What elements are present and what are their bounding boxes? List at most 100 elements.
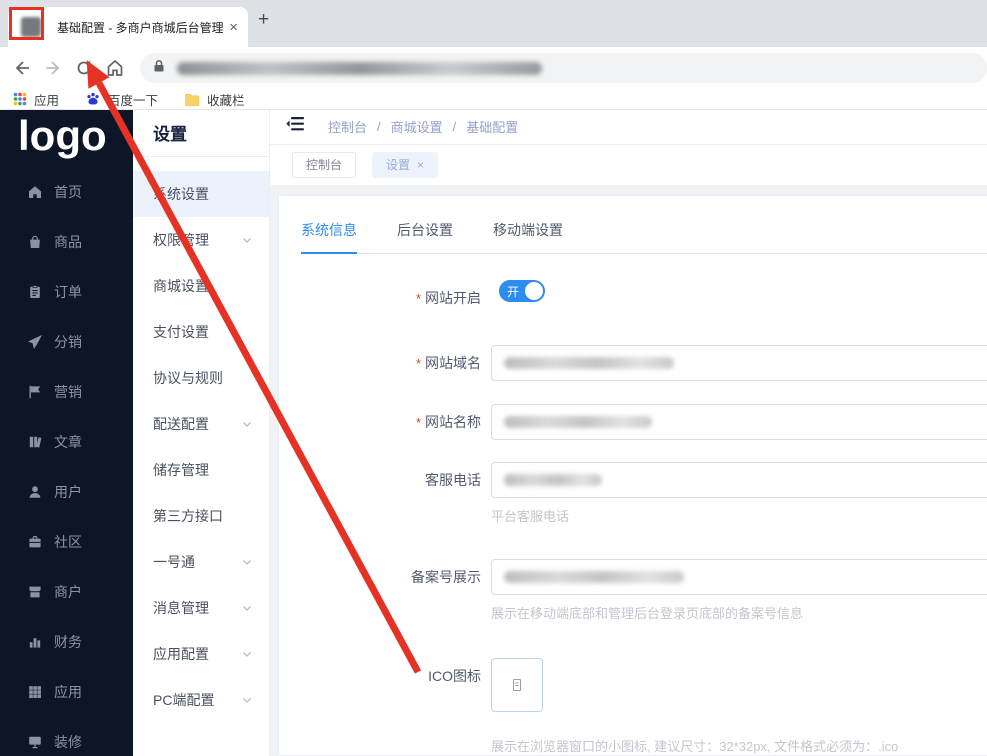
- required-mark: *: [415, 415, 421, 430]
- field-label: 客服电话: [301, 462, 481, 498]
- settings-item-label: 消息管理: [153, 600, 209, 616]
- field-label-text: 备案号展示: [411, 569, 481, 585]
- field-label: * 网站开启: [301, 280, 481, 317]
- bookmark-baidu[interactable]: 百度一下: [85, 90, 158, 109]
- bookmark-label: 收藏栏: [207, 93, 245, 108]
- chevron-down-icon: [243, 560, 251, 565]
- article-books-icon: [29, 436, 42, 448]
- breadcrumb-separator: /: [452, 119, 457, 135]
- new-tab-button[interactable]: +: [258, 9, 269, 31]
- main-nav: 首页 商品 订单 分销 营销 文章 用户 社区 商户 财务 应用 装修: [0, 167, 133, 756]
- sidebar-item-label: 文章: [54, 434, 82, 450]
- settings-item-appconfig[interactable]: 应用配置: [133, 631, 269, 677]
- settings-item-label: 应用配置: [153, 646, 209, 662]
- sidebar-item-merchants[interactable]: 商户: [0, 567, 133, 617]
- content-tabs: 系统信息 后台设置 移动端设置: [301, 220, 987, 254]
- field-label-text: 网站名称: [425, 414, 481, 430]
- chevron-down-icon: [243, 606, 251, 611]
- settings-item-label: PC端配置: [153, 692, 215, 708]
- sidebar-item-finance[interactable]: 财务: [0, 617, 133, 667]
- field-label: 备案号展示: [301, 559, 481, 595]
- settings-item-mall[interactable]: 商城设置: [133, 263, 269, 309]
- service-phone-input[interactable]: [491, 462, 987, 498]
- settings-item-label: 储存管理: [153, 462, 209, 478]
- sidebar-item-decorate[interactable]: 装修: [0, 717, 133, 756]
- toggle-knob: [525, 282, 543, 300]
- settings-item-label: 商城设置: [153, 278, 209, 294]
- page-tab-settings[interactable]: 设置 ×: [372, 151, 439, 178]
- settings-item-label: 第三方接口: [153, 508, 223, 524]
- field-control: 开: [491, 280, 987, 302]
- bookmark-favorites[interactable]: 收藏栏: [184, 90, 245, 109]
- settings-item-label: 支付设置: [153, 324, 209, 340]
- site-domain-input[interactable]: [491, 345, 987, 381]
- breadcrumb-item[interactable]: 控制台: [328, 117, 367, 136]
- breadcrumb-item[interactable]: 基础配置: [466, 117, 518, 136]
- page-tab-console[interactable]: 控制台: [292, 151, 357, 178]
- sidebar-item-users[interactable]: 用户: [0, 467, 133, 517]
- bookmark-label: 百度一下: [108, 93, 159, 108]
- settings-menu: 系统设置 权限管理 商城设置 支付设置 协议与规则 配送配置 储存管理 第三方接…: [133, 157, 269, 723]
- collapse-menu-icon[interactable]: [286, 115, 306, 138]
- settings-item-agreement[interactable]: 协议与规则: [133, 355, 269, 401]
- sidebar-item-label: 订单: [54, 284, 82, 300]
- settings-item-pcconfig[interactable]: PC端配置: [133, 677, 269, 723]
- icp-number-input[interactable]: [491, 559, 987, 595]
- sidebar-item-label: 应用: [54, 684, 82, 700]
- field-label-text: 网站域名: [425, 355, 481, 371]
- sidebar-item-distribution[interactable]: 分销: [0, 317, 133, 367]
- sidebar-item-orders[interactable]: 订单: [0, 267, 133, 317]
- sidebar-item-community[interactable]: 社区: [0, 517, 133, 567]
- blurred-value: [504, 357, 674, 369]
- sidebar-item-goods[interactable]: 商品: [0, 217, 133, 267]
- home-icon: [29, 186, 41, 198]
- sidebar-item-marketing[interactable]: 营销: [0, 367, 133, 417]
- bookmark-apps[interactable]: 应用: [13, 90, 59, 109]
- required-mark: *: [415, 356, 421, 371]
- baidu-paw-icon: [87, 92, 99, 105]
- breadcrumb-item[interactable]: 商城设置: [391, 117, 443, 136]
- breadcrumb-separator: /: [377, 119, 381, 135]
- sidebar-item-label: 装修: [54, 734, 82, 750]
- forward-icon[interactable]: [37, 58, 68, 78]
- settings-item-label: 权限管理: [153, 232, 209, 248]
- ico-upload-box[interactable]: [491, 658, 543, 712]
- merchant-shop-icon: [29, 586, 41, 598]
- bookmark-label: 应用: [34, 93, 60, 108]
- logo: logo: [18, 112, 107, 159]
- settings-item-system[interactable]: 系统设置: [133, 171, 269, 217]
- field-label-text: 网站开启: [425, 290, 481, 306]
- settings-item-thirdparty[interactable]: 第三方接口: [133, 493, 269, 539]
- reload-icon[interactable]: [68, 58, 99, 78]
- tab-backend-settings[interactable]: 后台设置: [397, 220, 453, 253]
- sidebar-item-apps[interactable]: 应用: [0, 667, 133, 717]
- site-name-input[interactable]: [491, 404, 987, 440]
- browser-tab[interactable]: 基础配置 - 多商户商城后台管理 ×: [8, 7, 248, 47]
- settings-item-storage[interactable]: 储存管理: [133, 447, 269, 493]
- form-row-site-domain: * 网站域名: [301, 345, 987, 382]
- field-control: [491, 404, 987, 440]
- blurred-value: [504, 416, 652, 428]
- tab-close-icon[interactable]: ×: [229, 19, 238, 36]
- order-clipboard-icon: [30, 285, 40, 298]
- user-icon: [29, 486, 41, 498]
- settings-item-delivery[interactable]: 配送配置: [133, 401, 269, 447]
- settings-item-payment[interactable]: 支付设置: [133, 309, 269, 355]
- settings-item-yihaotong[interactable]: 一号通: [133, 539, 269, 585]
- sidebar-item-articles[interactable]: 文章: [0, 417, 133, 467]
- settings-item-message[interactable]: 消息管理: [133, 585, 269, 631]
- settings-item-permission[interactable]: 权限管理: [133, 217, 269, 263]
- site-enabled-toggle[interactable]: 开: [499, 280, 545, 302]
- close-tab-icon[interactable]: ×: [417, 153, 424, 177]
- field-helper-text: 平台客服电话: [491, 509, 570, 524]
- address-bar[interactable]: [140, 53, 987, 83]
- field-control: 展示在移动端底部和管理后台登录页底部的备案号信息: [491, 559, 987, 622]
- sidebar-item-home[interactable]: 首页: [0, 167, 133, 217]
- tab-system-info[interactable]: 系统信息: [301, 220, 357, 254]
- tab-mobile-settings[interactable]: 移动端设置: [493, 220, 563, 253]
- form-row-site-enabled: * 网站开启 开: [301, 280, 987, 317]
- home-icon[interactable]: [99, 58, 130, 78]
- form-row-service-phone: 客服电话 平台客服电话: [301, 462, 987, 525]
- sidebar-item-label: 首页: [54, 184, 82, 200]
- back-icon[interactable]: [6, 58, 37, 78]
